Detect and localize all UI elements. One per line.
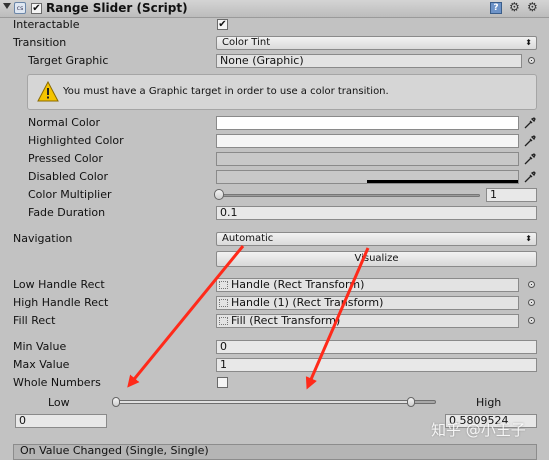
arrow-to-low-handle bbox=[127, 245, 245, 388]
arrow-to-high-handle bbox=[305, 247, 370, 390]
annotation-arrows bbox=[127, 245, 370, 390]
watermark: 知乎 @小王子 bbox=[431, 421, 526, 439]
